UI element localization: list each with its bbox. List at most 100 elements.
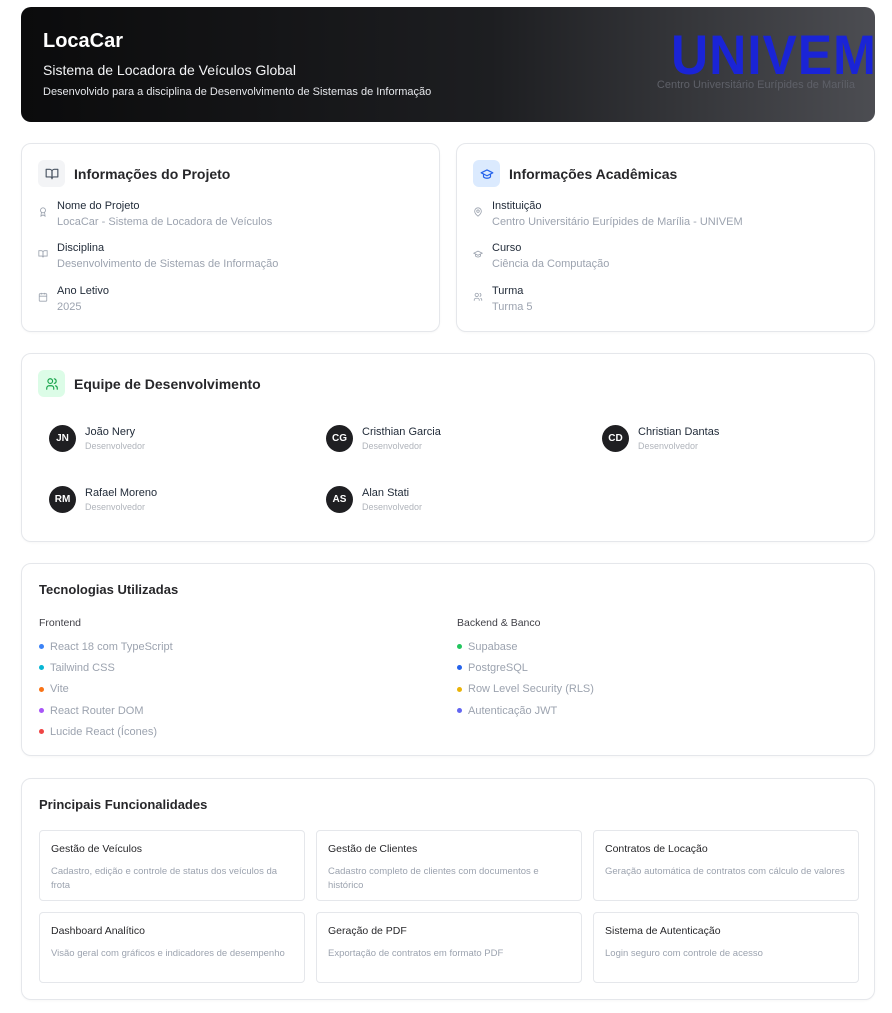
feature-card: Dashboard Analítico Visão geral com gráf… [39, 912, 305, 983]
member-role: Desenvolvedor [362, 502, 423, 512]
tech-item: Tailwind CSS [39, 657, 173, 678]
graduation-cap-icon [473, 160, 500, 187]
feature-card: Gestão de Veículos Cadastro, edição e co… [39, 830, 305, 901]
logo-wordmark: UNIVEM [671, 23, 875, 86]
project-info-title: Informações do Projeto [74, 165, 231, 182]
feature-desc: Cadastro completo de clientes com docume… [328, 866, 539, 891]
hero-banner: LocaCar Sistema de Locadora de Veículos … [21, 7, 875, 122]
feature-card: Geração de PDF Exportação de contratos e… [316, 912, 582, 983]
features-title: Principais Funcionalidades [39, 797, 208, 812]
member-name: João Nery [85, 426, 136, 438]
avatar: CG [326, 425, 353, 452]
tech-label: Vite [50, 683, 69, 696]
tech-label: React Router DOM [50, 704, 144, 717]
academic-info-header: Informações Acadêmicas [473, 160, 677, 187]
technologies-title: Tecnologias Utilizadas [39, 582, 179, 597]
team-member: JN João Nery Desenvolvedor [49, 425, 145, 452]
academic-info-title: Informações Acadêmicas [509, 165, 678, 182]
tech-item: Supabase [457, 636, 594, 657]
tech-label: Supabase [468, 640, 518, 653]
member-name: Alan Stati [362, 487, 410, 499]
feature-title: Sistema de Autenticação [605, 925, 721, 937]
app-title: LocaCar [43, 30, 124, 52]
backend-list: Supabase PostgreSQL Row Level Security (… [457, 636, 594, 721]
tech-item: PostgreSQL [457, 657, 594, 678]
info-label: Ano Letivo [57, 285, 109, 297]
team-card: Equipe de Desenvolvimento JN João Nery De… [21, 353, 875, 542]
team-header: Equipe de Desenvolvimento [38, 370, 261, 397]
member-role: Desenvolvedor [638, 441, 699, 451]
bullet-dot [39, 708, 44, 714]
users-icon [38, 370, 65, 397]
app-subtitle: Sistema de Locadora de Veículos Global [43, 62, 296, 78]
features-card: Principais Funcionalidades Gestão de Veí… [21, 778, 875, 1000]
member-name: Cristhian Garcia [362, 426, 441, 438]
tech-item: Row Level Security (RLS) [457, 679, 594, 700]
team-member: CD Christian Dantas Desenvolvedor [602, 425, 719, 452]
feature-card: Sistema de Autenticação Login seguro com… [593, 912, 859, 983]
year-row: Ano Letivo 2025 [38, 284, 109, 315]
univem-logo: UNIVEM Centro Universitário Eurípides de… [655, 23, 875, 92]
graduation-cap-icon [472, 246, 484, 272]
tech-item: React Router DOM [39, 700, 173, 721]
feature-desc: Exportação de contratos em formato PDF [328, 948, 504, 959]
info-value: Ciência da Computação [492, 258, 610, 270]
tech-label: PostgreSQL [468, 661, 528, 674]
team-title: Equipe de Desenvolvimento [74, 375, 261, 392]
tech-label: Autenticação JWT [468, 704, 558, 717]
avatar: JN [49, 425, 76, 452]
feature-desc: Cadastro, edição e controle de status do… [51, 866, 278, 891]
tech-label: Row Level Security (RLS) [468, 683, 594, 696]
team-member: RM Rafael Moreno Desenvolvedor [49, 486, 157, 513]
avatar: CD [602, 425, 629, 452]
member-name: Christian Dantas [638, 426, 720, 438]
info-label: Turma [492, 285, 524, 297]
team-member: CG Cristhian Garcia Desenvolvedor [326, 425, 441, 452]
tech-item: React 18 com TypeScript [39, 636, 173, 657]
feature-desc: Geração automática de contratos com cálc… [605, 866, 845, 877]
avatar: AS [326, 486, 353, 513]
info-value: Centro Universitário Eurípides de Maríli… [492, 216, 743, 228]
bullet-dot [457, 665, 462, 671]
info-value: Desenvolvimento de Sistemas de Informaçã… [57, 258, 279, 270]
bullet-dot [39, 686, 44, 692]
institution-row: Instituição Centro Universitário Eurípide… [473, 199, 743, 230]
discipline-row: Disciplina Desenvolvimento de Sistemas de… [38, 241, 278, 272]
tech-item: Autenticação JWT [457, 700, 594, 721]
feature-desc: Login seguro com controle de acesso [605, 948, 763, 959]
info-label: Instituição [492, 200, 542, 212]
tech-label: Lucide React (Ícones) [50, 725, 157, 738]
feature-title: Gestão de Veículos [51, 843, 143, 855]
bullet-dot [39, 729, 44, 735]
calendar-icon [38, 289, 48, 315]
bullet-dot [39, 644, 44, 650]
frontend-title: Frontend [39, 617, 82, 629]
avatar: RM [49, 486, 76, 513]
info-label: Disciplina [57, 242, 105, 254]
project-info-card: Informações do Projeto Nome do Projeto Lo… [21, 143, 440, 332]
team-member: AS Alan Stati Desenvolvedor [326, 486, 422, 513]
book-icon [38, 246, 48, 272]
tech-label: Tailwind CSS [50, 661, 115, 674]
tech-label: React 18 com TypeScript [50, 640, 173, 653]
feature-title: Contratos de Locação [605, 843, 708, 855]
info-label: Nome do Projeto [57, 200, 140, 212]
book-open-icon [38, 160, 65, 187]
academic-info-card: Informações Acadêmicas Instituição Centro… [456, 143, 875, 332]
project-name-row: Nome do Projeto LocaCar - Sistema de Loca… [38, 199, 272, 230]
backend-title: Backend & Banco [457, 617, 541, 629]
course-row: Curso Ciência da Computação [472, 241, 610, 272]
feature-desc: Visão geral com gráficos e indicadores d… [51, 948, 285, 959]
users-icon [473, 289, 483, 315]
map-pin-icon [473, 204, 483, 230]
award-icon [38, 204, 48, 230]
feature-title: Geração de PDF [328, 925, 407, 937]
tech-item: Lucide React (Ícones) [39, 721, 173, 742]
info-value: 2025 [57, 301, 82, 313]
feature-title: Gestão de Clientes [328, 843, 418, 855]
bullet-dot [39, 665, 44, 671]
info-value: LocaCar - Sistema de Locadora de Veículo… [57, 216, 273, 228]
technologies-card: Tecnologias Utilizadas Frontend React 18… [21, 563, 875, 756]
frontend-list: React 18 com TypeScript Tailwind CSS Vit… [39, 636, 173, 742]
member-role: Desenvolvedor [85, 441, 146, 451]
